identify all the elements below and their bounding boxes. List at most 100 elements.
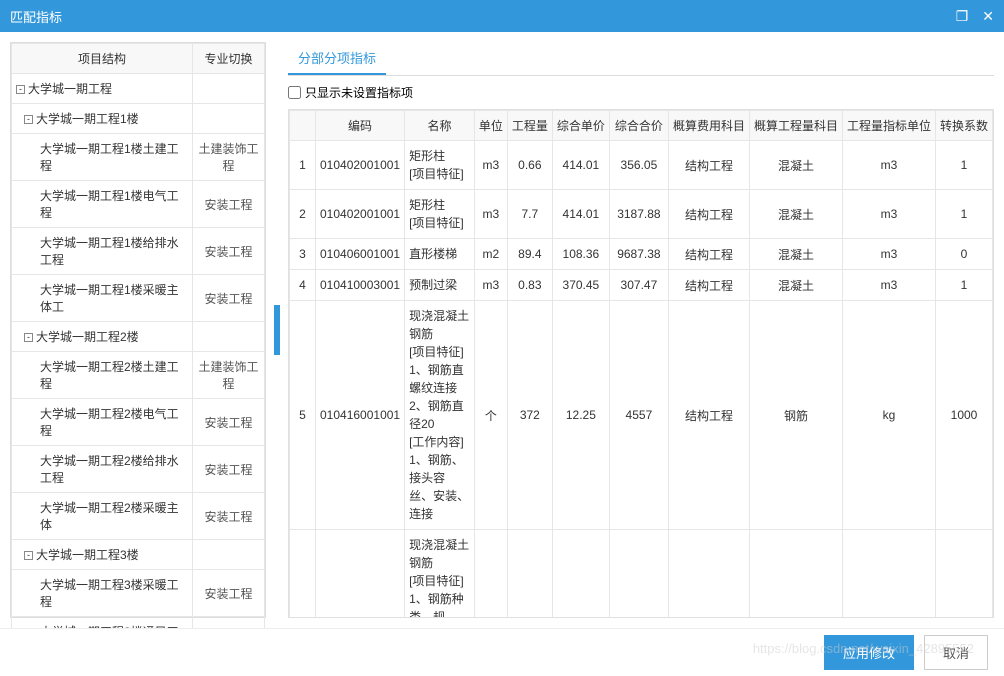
specialty-cell[interactable] [193, 104, 265, 134]
cell[interactable]: 结构工程 [668, 141, 749, 190]
tree-cell[interactable]: 大学城一期工程3楼采暖工程 [12, 570, 193, 617]
cell[interactable]: 3187.88 [609, 190, 668, 239]
splitter-handle-icon[interactable] [274, 305, 280, 355]
cell[interactable]: 5 [290, 301, 316, 530]
cell[interactable]: 010416001001 [316, 301, 405, 530]
cell[interactable]: m2 [474, 239, 507, 270]
cell[interactable]: m3 [842, 270, 935, 301]
cell[interactable]: 矩形柱 [项目特征] [405, 141, 475, 190]
vertical-splitter[interactable] [274, 42, 280, 618]
cell[interactable]: 钢筋 [749, 530, 842, 619]
cell[interactable]: 结构工程 [668, 301, 749, 530]
tree-row[interactable]: 大学城一期工程1楼采暖主体工安装工程 [12, 275, 265, 322]
tree-row[interactable]: 大学城一期工程3楼采暖工程安装工程 [12, 570, 265, 617]
table-row[interactable]: 1010402001001矩形柱 [项目特征]m30.66414.01356.0… [290, 141, 993, 190]
table-row[interactable]: 6010416001002现浇混凝土钢筋 [项目特征] 1、钢筋种类、规 格：H… [290, 530, 993, 619]
cell[interactable]: 现浇混凝土钢筋 [项目特征] 1、钢筋种类、规 格：HPB300 [工作内容] … [405, 530, 475, 619]
cell[interactable]: m3 [842, 190, 935, 239]
tree-cell[interactable]: -大学城一期工程3楼 [12, 540, 193, 570]
cell[interactable]: m3 [474, 190, 507, 239]
tree-toggle-icon[interactable]: - [16, 85, 25, 94]
cell[interactable]: m3 [842, 239, 935, 270]
cell[interactable]: 现浇混凝土钢筋 [项目特征] 1、钢筋直螺纹连接 2、钢筋直径20 [工作内容]… [405, 301, 475, 530]
tree-row[interactable]: -大学城一期工程 [12, 74, 265, 104]
specialty-cell[interactable]: 安装工程 [193, 446, 265, 493]
tree-row[interactable]: 大学城一期工程1楼给排水工程安装工程 [12, 228, 265, 275]
cell[interactable]: 010402001001 [316, 190, 405, 239]
tree-cell[interactable]: 大学城一期工程1楼电气工程 [12, 181, 193, 228]
table-row[interactable]: 4010410003001预制过梁m30.83370.45307.47结构工程混… [290, 270, 993, 301]
table-row[interactable]: 3010406001001直形楼梯m289.4108.369687.38结构工程… [290, 239, 993, 270]
tree-cell[interactable]: 大学城一期工程2楼采暖主体 [12, 493, 193, 540]
cell[interactable]: 7.7 [507, 190, 552, 239]
cell[interactable]: 010406001001 [316, 239, 405, 270]
specialty-cell[interactable]: 安装工程 [193, 493, 265, 540]
tree-row[interactable]: -大学城一期工程3楼 [12, 540, 265, 570]
tree-row[interactable]: -大学城一期工程2楼 [12, 322, 265, 352]
cell[interactable]: 3.737 [507, 530, 552, 619]
cell[interactable]: 414.01 [552, 190, 609, 239]
tree-row[interactable]: 大学城一期工程1楼土建工程土建装饰工程 [12, 134, 265, 181]
cell[interactable]: kg [842, 530, 935, 619]
cell[interactable]: 1 [935, 190, 992, 239]
cell[interactable]: 5043.82 [552, 530, 609, 619]
cell[interactable]: m3 [474, 141, 507, 190]
tab-subsection-index[interactable]: 分部分项指标 [288, 42, 386, 75]
apply-button[interactable]: 应用修改 [824, 635, 914, 670]
tree-cell[interactable]: 大学城一期工程1楼给排水工程 [12, 228, 193, 275]
tree-cell[interactable]: 大学城一期工程2楼给排水工程 [12, 446, 193, 493]
tree-cell[interactable]: 大学城一期工程1楼采暖主体工 [12, 275, 193, 322]
tree-cell[interactable]: 大学城一期工程2楼电气工程 [12, 399, 193, 446]
cell[interactable]: 2 [290, 190, 316, 239]
tree-row[interactable]: 大学城一期工程1楼电气工程安装工程 [12, 181, 265, 228]
tree-cell[interactable]: 大学城一期工程2楼土建工程 [12, 352, 193, 399]
cell[interactable]: 9687.38 [609, 239, 668, 270]
cell[interactable] [668, 530, 749, 619]
cell[interactable]: 1 [935, 270, 992, 301]
specialty-cell[interactable]: 安装工程 [193, 181, 265, 228]
cell[interactable]: 4557 [609, 301, 668, 530]
cell[interactable]: 结构工程 [668, 239, 749, 270]
specialty-cell[interactable]: 安装工程 [193, 399, 265, 446]
table-row[interactable]: 5010416001001现浇混凝土钢筋 [项目特征] 1、钢筋直螺纹连接 2、… [290, 301, 993, 530]
cell[interactable]: 370.45 [552, 270, 609, 301]
cell[interactable]: 89.4 [507, 239, 552, 270]
cancel-button[interactable]: 取消 [924, 635, 988, 670]
cell[interactable]: 372 [507, 301, 552, 530]
cell[interactable]: 0.83 [507, 270, 552, 301]
specialty-cell[interactable] [193, 74, 265, 104]
cell[interactable]: 1000 [935, 530, 992, 619]
cell[interactable]: 混凝土 [749, 270, 842, 301]
tree-row[interactable]: 大学城一期工程2楼土建工程土建装饰工程 [12, 352, 265, 399]
cell[interactable]: 混凝土 [749, 141, 842, 190]
specialty-cell[interactable]: 安装工程 [193, 570, 265, 617]
cell[interactable]: 0 [935, 239, 992, 270]
specialty-cell[interactable]: 土建装饰工程 [193, 134, 265, 181]
tree-row[interactable]: 大学城一期工程2楼采暖主体安装工程 [12, 493, 265, 540]
cell[interactable]: 个 [474, 301, 507, 530]
cell[interactable]: 1000 [935, 301, 992, 530]
cell[interactable]: 预制过梁 [405, 270, 475, 301]
table-row[interactable]: 2010402001001矩形柱 [项目特征]m37.7414.013187.8… [290, 190, 993, 239]
cell[interactable]: 307.47 [609, 270, 668, 301]
cell[interactable]: 3 [290, 239, 316, 270]
cell[interactable]: 010416001002 [316, 530, 405, 619]
tree-cell[interactable]: -大学城一期工程2楼 [12, 322, 193, 352]
tree-cell[interactable]: 大学城一期工程1楼土建工程 [12, 134, 193, 181]
cell[interactable]: 18848.76 [609, 530, 668, 619]
cell[interactable]: 矩形柱 [项目特征] [405, 190, 475, 239]
cell[interactable]: 12.25 [552, 301, 609, 530]
tree-row[interactable]: 大学城一期工程2楼电气工程安装工程 [12, 399, 265, 446]
cell[interactable]: 1 [290, 141, 316, 190]
tree-cell[interactable]: -大学城一期工程1楼 [12, 104, 193, 134]
cell[interactable]: 356.05 [609, 141, 668, 190]
cell[interactable]: 4 [290, 270, 316, 301]
cell[interactable]: 414.01 [552, 141, 609, 190]
cell[interactable]: 混凝土 [749, 239, 842, 270]
specialty-cell[interactable] [193, 540, 265, 570]
tree-row[interactable]: -大学城一期工程1楼 [12, 104, 265, 134]
main-table-wrapper[interactable]: 编码名称单位工程量综合单价综合合价概算费用科目概算工程量科目工程量指标单位转换系… [288, 109, 994, 618]
show-unset-checkbox[interactable] [288, 86, 301, 99]
cell[interactable]: 6 [290, 530, 316, 619]
tree-toggle-icon[interactable]: - [24, 115, 33, 124]
